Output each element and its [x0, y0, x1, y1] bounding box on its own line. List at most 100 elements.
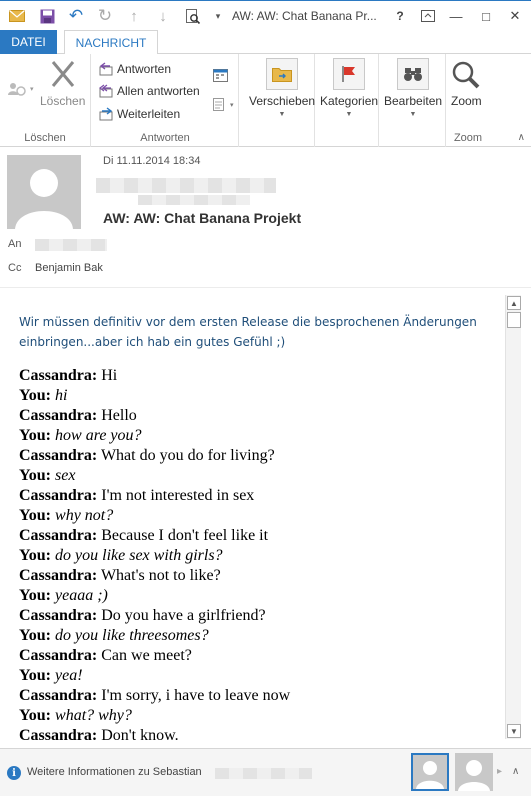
- tab-file[interactable]: DATEI: [0, 30, 57, 54]
- expand-people-pane-icon[interactable]: ∧: [512, 766, 519, 777]
- chat-message: I'm not interested in sex: [101, 487, 255, 504]
- editing-button[interactable]: Bearbeiten ▼: [384, 58, 442, 118]
- delete-button-label: Löschen: [40, 94, 86, 108]
- chat-speaker: You:: [19, 547, 52, 564]
- window-title: AW: AW: Chat Banana Pr...: [232, 9, 377, 23]
- chat-message: Don't know.: [101, 727, 179, 744]
- chat-speaker: You:: [19, 587, 52, 604]
- chat-speaker: Cassandra:: [19, 687, 98, 704]
- chat-speaker: You:: [19, 467, 52, 484]
- reply-button[interactable]: Antworten: [99, 62, 171, 76]
- cc-recipient[interactable]: Benjamin Bak: [35, 262, 103, 274]
- next-item-icon[interactable]: ↓: [153, 6, 173, 26]
- person-silhouette-icon: [416, 761, 444, 789]
- ribbon-tabs: DATEI NACHRICHT: [0, 30, 531, 55]
- delete-button[interactable]: Löschen: [40, 58, 85, 108]
- chat-speaker: Cassandra:: [19, 367, 98, 384]
- undo-icon[interactable]: ↶: [66, 6, 86, 26]
- chat-line: You: yea!: [19, 666, 499, 686]
- tags-group: Kategorien ▼: [316, 54, 379, 147]
- editing-group: Bearbeiten ▼: [380, 54, 446, 147]
- delete-x-icon: [51, 61, 74, 87]
- people-name-redacted: [215, 768, 312, 779]
- scroll-up-arrow-icon[interactable]: ▲: [507, 296, 521, 310]
- binoculars-icon: [397, 58, 430, 90]
- chat-message: yeaaa ;): [55, 587, 108, 604]
- meeting-reply-icon[interactable]: [213, 67, 228, 82]
- chat-line: Cassandra: I'm not interested in sex: [19, 486, 499, 506]
- chat-line: Cassandra: Hi: [19, 366, 499, 386]
- close-button[interactable]: ✕: [503, 5, 527, 27]
- chat-speaker: Cassandra:: [19, 647, 98, 664]
- categorize-button[interactable]: Kategorien ▼: [320, 58, 378, 118]
- zoom-label: Zoom: [451, 94, 482, 108]
- chat-line: You: do you like threesomes?: [19, 626, 499, 646]
- people-avatar-selected[interactable]: [411, 753, 449, 791]
- forward-icon: [99, 107, 113, 121]
- chat-message: yea!: [55, 667, 83, 684]
- chat-message: how are you?: [55, 427, 142, 444]
- chat-line: Cassandra: Hello: [19, 406, 499, 426]
- people-avatar[interactable]: [455, 753, 493, 791]
- save-icon[interactable]: [37, 6, 57, 26]
- forward-label: Weiterleiten: [117, 107, 181, 121]
- chat-message: I'm sorry, i have to leave now: [101, 687, 291, 704]
- chat-line: You: hi: [19, 386, 499, 406]
- chat-message: do you like sex with girls?: [55, 547, 223, 564]
- magnifier-icon: [453, 61, 480, 89]
- info-icon: i: [7, 766, 21, 780]
- people-next-arrow-icon[interactable]: ▸: [497, 766, 502, 777]
- move-button[interactable]: Verschieben ▼: [249, 58, 315, 118]
- reply-all-button[interactable]: Allen antworten: [99, 84, 200, 98]
- chat-line: Cassandra: What do you do for living?: [19, 446, 499, 466]
- sender-address-redacted: [138, 195, 250, 205]
- chat-line: Cassandra: Don't know.: [19, 726, 499, 744]
- more-respond-icon[interactable]: ▾: [213, 98, 234, 111]
- chat-line: Cassandra: I'm sorry, i have to leave no…: [19, 686, 499, 706]
- chat-speaker: You:: [19, 427, 52, 444]
- zoom-group: Zoom Zoom ∧: [447, 54, 531, 147]
- people-info-text[interactable]: Weitere Informationen zu Sebastian: [27, 766, 202, 778]
- chat-message: why not?: [55, 507, 114, 524]
- forward-button[interactable]: Weiterleiten: [99, 107, 180, 121]
- chat-line: You: yeaaa ;): [19, 586, 499, 606]
- ribbon-display-options-icon[interactable]: [416, 5, 440, 27]
- message-header: Di 11.11.2014 18:34 AW: AW: Chat Banana …: [0, 147, 531, 287]
- delete-group: ▾ Löschen Löschen: [0, 54, 91, 147]
- zoom-button[interactable]: Zoom: [451, 60, 482, 108]
- scroll-down-arrow-icon[interactable]: ▼: [507, 724, 521, 738]
- ignore-icon[interactable]: ▾: [8, 82, 34, 96]
- vertical-scrollbar[interactable]: ▲ ▼: [505, 295, 521, 739]
- move-folder-icon: [266, 58, 299, 90]
- move-dropdown-icon: ▼: [278, 111, 286, 118]
- cc-label: Cc: [8, 262, 22, 274]
- chat-message: Can we meet?: [101, 647, 192, 664]
- chat-speaker: Cassandra:: [19, 727, 98, 744]
- reply-all-icon: [99, 84, 113, 98]
- chat-speaker: You:: [19, 507, 52, 524]
- chat-line: Cassandra: Can we meet?: [19, 646, 499, 666]
- chat-speaker: Cassandra:: [19, 567, 98, 584]
- ribbon: ▾ Löschen Löschen Antworten Allen antwor…: [0, 54, 531, 147]
- title-bar: ↶ ↻ ↑ ↓ ▾ AW: AW: Chat Banana Pr... ? — …: [0, 0, 531, 30]
- chat-line: Cassandra: Do you have a girlfriend?: [19, 606, 499, 626]
- maximize-button[interactable]: □: [474, 5, 498, 27]
- find-icon[interactable]: [183, 6, 203, 26]
- chat-speaker: You:: [19, 627, 52, 644]
- sender-avatar[interactable]: [7, 155, 81, 229]
- chat-message: hi: [55, 387, 68, 404]
- message-body[interactable]: Wir müssen definitiv vor dem ersten Rele…: [0, 287, 531, 744]
- person-silhouette-icon: [458, 760, 490, 791]
- collapse-ribbon-icon[interactable]: ∧: [518, 132, 525, 143]
- customize-quick-access-icon[interactable]: ▾: [208, 6, 228, 26]
- chat-speaker: Cassandra:: [19, 407, 98, 424]
- minimize-button[interactable]: —: [444, 5, 468, 27]
- chat-message: What's not to like?: [100, 567, 221, 584]
- help-button[interactable]: ?: [388, 5, 412, 27]
- tab-message[interactable]: NACHRICHT: [64, 30, 158, 55]
- previous-item-icon[interactable]: ↑: [124, 6, 144, 26]
- scrollbar-thumb[interactable]: [507, 312, 521, 328]
- categorize-label: Kategorien: [320, 94, 379, 108]
- reply-all-label: Allen antworten: [117, 84, 200, 98]
- redo-icon[interactable]: ↻: [95, 6, 115, 26]
